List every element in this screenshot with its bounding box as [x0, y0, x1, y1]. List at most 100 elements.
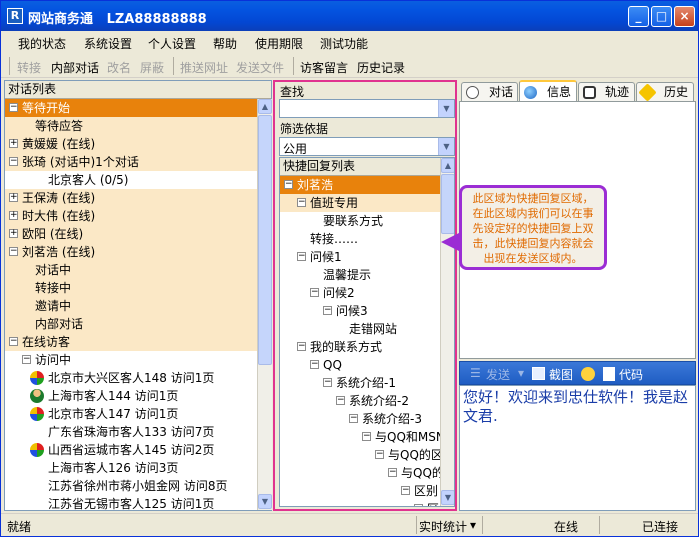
search-combo[interactable]: ▼	[279, 99, 455, 118]
collapse-icon[interactable]: −	[9, 103, 18, 112]
conversation-tree[interactable]: − 等待开始 等待应答 + 黄媛媛 (在线) − 张琦 (对话中)1个对话 北京客人 (0/5…	[5, 99, 257, 510]
tree-item[interactable]: − 等待开始	[5, 99, 257, 117]
quick-reply-item[interactable]: 走错网站	[280, 320, 440, 338]
collapse-icon[interactable]: −	[401, 486, 410, 495]
code-button[interactable]: 代码	[619, 366, 643, 383]
tree-item[interactable]: + 欧阳 (在线)	[5, 225, 257, 243]
tree-item[interactable]: + 王保涛 (在线)	[5, 189, 257, 207]
menu-usage-period[interactable]: 使用期限	[255, 35, 303, 52]
tree-item[interactable]: − 访问中	[5, 351, 257, 369]
menu-help[interactable]: 帮助	[213, 35, 237, 52]
close-button[interactable]: ×	[674, 6, 695, 27]
block-button[interactable]: 屏蔽	[140, 59, 164, 76]
tree-item[interactable]: 上海市客人126 访问3页	[5, 459, 257, 477]
expand-icon[interactable]: +	[9, 211, 18, 220]
collapse-icon[interactable]: −	[414, 504, 423, 506]
collapse-icon[interactable]: −	[362, 432, 371, 441]
tab-info[interactable]: 信息	[519, 80, 577, 102]
collapse-icon[interactable]: −	[375, 450, 384, 459]
internal-chat-button[interactable]: 内部对话	[51, 59, 99, 76]
tab-history[interactable]: 历史	[636, 82, 694, 102]
tree-item[interactable]: 北京市大兴区客人148 访问1页	[5, 369, 257, 387]
send-button[interactable]: 发送	[486, 366, 510, 383]
tree-item[interactable]: 上海市客人144 访问1页	[5, 387, 257, 405]
tree-item[interactable]: 江苏省无锡市客人125 访问1页	[5, 495, 257, 510]
quick-reply-item[interactable]: − 问候1	[280, 248, 440, 266]
tree-item[interactable]: 广东省珠海市客人133 访问7页	[5, 423, 257, 441]
scroll-down-icon[interactable]: ▼	[258, 494, 272, 509]
quick-reply-item[interactable]: 温馨提示	[280, 266, 440, 284]
minimize-button[interactable]: _	[628, 6, 649, 27]
quick-reply-item[interactable]: −区	[280, 500, 440, 506]
collapse-icon[interactable]: −	[310, 288, 319, 297]
quick-reply-item[interactable]: − 值班专用	[280, 194, 440, 212]
maximize-button[interactable]: □	[651, 6, 672, 27]
collapse-icon[interactable]: −	[310, 360, 319, 369]
expand-icon[interactable]: +	[9, 193, 18, 202]
tree-item[interactable]: 等待应答	[5, 117, 257, 135]
chevron-down-icon[interactable]: ▾	[470, 518, 476, 532]
quick-reply-item[interactable]: − 区别	[280, 482, 440, 500]
title-bar[interactable]: R 网站商务通 LZA88888888 _ □ ×	[1, 1, 698, 31]
realtime-stats-button[interactable]: 实时统计	[419, 518, 467, 535]
tree-item[interactable]: 对话中	[5, 261, 257, 279]
send-file-button[interactable]: 发送文件	[236, 59, 284, 76]
tree-item[interactable]: 转接中	[5, 279, 257, 297]
tree-item[interactable]: 内部对话	[5, 315, 257, 333]
quick-reply-item[interactable]: − 刘茗浩	[280, 176, 440, 194]
collapse-icon[interactable]: −	[349, 414, 358, 423]
collapse-icon[interactable]: −	[297, 342, 306, 351]
collapse-icon[interactable]: −	[297, 252, 306, 261]
filter-select[interactable]: 公用 ▼	[279, 137, 455, 156]
collapse-icon[interactable]: −	[22, 355, 31, 364]
collapse-icon[interactable]: −	[297, 198, 306, 207]
scroll-thumb[interactable]	[441, 174, 454, 234]
scroll-down-icon[interactable]: ▼	[441, 490, 454, 505]
chevron-down-icon[interactable]: ▼	[438, 100, 454, 117]
scroll-up-icon[interactable]: ▲	[441, 158, 454, 173]
quick-reply-item[interactable]: − 系统介绍-2	[280, 392, 440, 410]
history-button[interactable]: 历史记录	[357, 59, 405, 76]
push-url-button[interactable]: 推送网址	[180, 59, 228, 76]
collapse-icon[interactable]: −	[323, 306, 332, 315]
tree-item[interactable]: + 黄媛媛 (在线)	[5, 135, 257, 153]
expand-icon[interactable]: +	[9, 139, 18, 148]
quick-reply-scrollbar[interactable]: ▲ ▼	[440, 158, 454, 506]
transfer-button[interactable]: 转接	[17, 59, 41, 76]
left-scrollbar[interactable]: ▲ ▼	[257, 99, 272, 510]
tree-item[interactable]: − 张琦 (对话中)1个对话	[5, 153, 257, 171]
visitor-message-button[interactable]: 访客留言	[300, 59, 348, 76]
tree-item[interactable]: 山西省运城市客人145 访问2页	[5, 441, 257, 459]
quick-reply-tree[interactable]: − 刘茗浩 − 值班专用 要联系方式 转接…… − 问候1 温馨提示 − 问候2− 问候3 走错网站 − 我…	[280, 176, 440, 506]
quick-reply-item[interactable]: − 与QQ的区	[280, 446, 440, 464]
quick-reply-item[interactable]: − 我的联系方式	[280, 338, 440, 356]
tree-item[interactable]: 北京客人 (0/5)	[5, 171, 257, 189]
tree-item[interactable]: − 在线访客	[5, 333, 257, 351]
menu-personal-settings[interactable]: 个人设置	[148, 35, 196, 52]
quick-reply-item[interactable]: − 问候3	[280, 302, 440, 320]
quick-reply-item[interactable]: − 与QQ的	[280, 464, 440, 482]
collapse-icon[interactable]: −	[336, 396, 345, 405]
expand-icon[interactable]: +	[9, 229, 18, 238]
collapse-icon[interactable]: −	[9, 337, 18, 346]
quick-reply-item[interactable]: − 系统介绍-3	[280, 410, 440, 428]
menu-test-features[interactable]: 测试功能	[320, 35, 368, 52]
message-input[interactable]: 您好！欢迎来到忠仕软件！我是赵文君.	[459, 385, 696, 511]
quick-reply-item[interactable]: 转接……	[280, 230, 440, 248]
quick-reply-item[interactable]: − 系统介绍-1	[280, 374, 440, 392]
chevron-down-icon[interactable]: ▾	[518, 366, 524, 380]
tree-item[interactable]: 邀请中	[5, 297, 257, 315]
collapse-icon[interactable]: −	[9, 247, 18, 256]
quick-reply-item[interactable]: 要联系方式	[280, 212, 440, 230]
chevron-down-icon[interactable]: ▼	[438, 138, 454, 155]
tab-track[interactable]: 轨迹	[578, 82, 635, 102]
rename-button[interactable]: 改名	[107, 59, 131, 76]
quick-reply-item[interactable]: − 问候2	[280, 284, 440, 302]
screenshot-button[interactable]: 截图	[549, 366, 573, 383]
quick-reply-item[interactable]: − QQ	[280, 356, 440, 374]
tab-chat[interactable]: 对话	[461, 82, 518, 102]
collapse-icon[interactable]: −	[284, 180, 293, 189]
menu-system-settings[interactable]: 系统设置	[84, 35, 132, 52]
scroll-thumb[interactable]	[258, 115, 272, 365]
tree-item[interactable]: 江苏省徐州市蒋小姐金网 访问8页	[5, 477, 257, 495]
